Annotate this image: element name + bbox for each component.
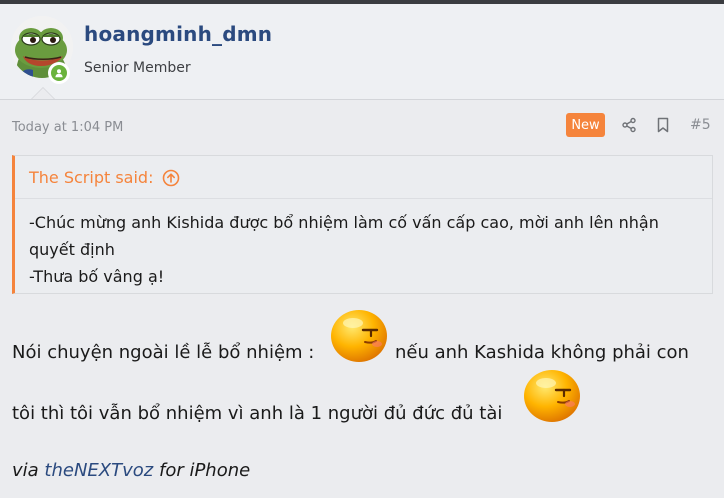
signature-prefix: via: [12, 460, 39, 481]
app-link[interactable]: theNEXTvoz: [44, 460, 153, 481]
share-icon[interactable]: [619, 115, 639, 135]
quote-divider: [15, 198, 712, 199]
body-text: Nói chuyện ngoài lề lễ bổ nhiệm :: [12, 342, 315, 363]
online-status-icon: [51, 65, 67, 81]
body-text: tôi thì tôi vẫn bổ nhiệm vì anh là 1 ngư…: [12, 403, 503, 424]
signature-suffix: for iPhone: [158, 460, 251, 481]
quote-line: -Thưa bố vâng ạ!: [29, 267, 165, 286]
post-timestamp[interactable]: Today at 1:04 PM: [12, 120, 123, 135]
quote-block: The Script said: -Chúc mừng anh Kishida …: [12, 155, 713, 294]
new-badge: New: [566, 113, 605, 137]
user-header: hoangminh_dmn Senior Member: [0, 4, 724, 100]
username-link[interactable]: hoangminh_dmn: [84, 22, 272, 46]
quote-header: The Script said:: [29, 168, 180, 187]
quote-author-label[interactable]: The Script said:: [29, 168, 153, 187]
post-signature: via theNEXTvoz for iPhone: [12, 460, 250, 481]
quote-content: -Chúc mừng anh Kishida được bổ nhiệm làm…: [29, 209, 709, 290]
quote-line: quyết định: [29, 240, 115, 259]
smirk-emoji-icon: [522, 368, 582, 424]
body-text: nếu anh Kashida không phải con: [395, 342, 689, 363]
header-caret: [32, 88, 54, 99]
post-number-link[interactable]: #5: [690, 117, 711, 133]
online-status: [48, 62, 70, 84]
smirk-emoji-icon: [329, 308, 389, 364]
bookmark-icon[interactable]: [653, 115, 673, 135]
quote-line: -Chúc mừng anh Kishida được bổ nhiệm làm…: [29, 213, 659, 232]
user-title: Senior Member: [84, 60, 191, 76]
arrow-up-circle-icon[interactable]: [162, 169, 180, 187]
